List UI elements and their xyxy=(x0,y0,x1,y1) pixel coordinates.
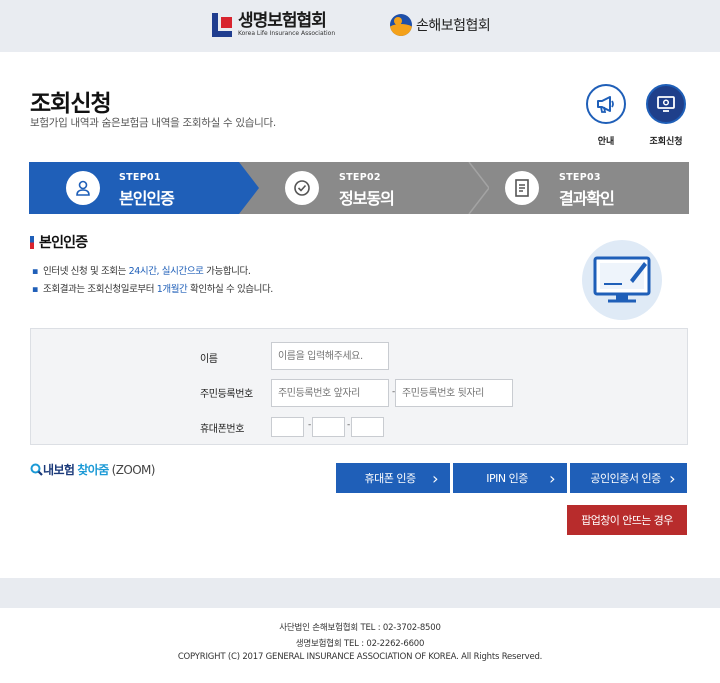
apply-button[interactable]: 조회신청 xyxy=(644,84,688,147)
top-header: 생명보험협회 Korea Life Insurance Association … xyxy=(0,0,720,52)
chevron-right-icon: › xyxy=(669,468,675,488)
notice-2-a: 조회결과는 조회신청일로부터 xyxy=(43,284,157,295)
person-icon xyxy=(66,171,100,205)
rrn-front-input[interactable] xyxy=(271,379,389,407)
name-input[interactable] xyxy=(271,342,389,370)
popup-help-button[interactable]: 팝업창이 안뜨는 경우 xyxy=(567,505,687,535)
phone-auth-button[interactable]: 휴대폰 인증 › xyxy=(336,463,450,493)
zoom-link[interactable]: 내보험 찾아줌 (ZOOM) xyxy=(30,461,155,478)
footer: 사단법인 손해보험협회 TEL : 02-3702-8500 생명보험협회 TE… xyxy=(0,608,720,683)
phone-dash-2: - xyxy=(347,420,351,430)
zoom-text-c: (ZOOM) xyxy=(111,462,156,477)
notice-2-b: 확인하실 수 있습니다. xyxy=(187,284,273,295)
zoom-text-b: 찾아줌 xyxy=(77,463,109,477)
guide-button[interactable]: 안내 xyxy=(584,84,628,147)
ipin-auth-label: IPIN 인증 xyxy=(486,472,528,485)
phone-part-2-input[interactable] xyxy=(312,417,345,437)
general-insurance-logo[interactable]: 손해보험협회 xyxy=(390,11,491,39)
auth-form: 이름 주민등록번호 - 휴대폰번호 - - xyxy=(30,328,688,445)
step-3-no: STEP03 xyxy=(559,172,601,183)
page-title: 조회신청 xyxy=(30,91,112,117)
notice-item-2: ▪ 조회결과는 조회신청일로부터 1개월간 확인하실 수 있습니다. xyxy=(32,284,273,295)
step-3: STEP03 결과확인 xyxy=(469,162,689,214)
step-1-no: STEP01 xyxy=(119,172,161,183)
general-insurance-logo-icon xyxy=(390,14,412,36)
phone-label: 휴대폰번호 xyxy=(200,424,245,435)
life-insurance-logo-icon xyxy=(212,13,232,37)
step-2-name: 정보동의 xyxy=(339,189,395,208)
life-logo-ko: 생명보험협회 xyxy=(238,11,327,31)
footer-line-2: 생명보험협회 TEL : 02-2262-6600 xyxy=(295,639,425,649)
check-icon xyxy=(285,171,319,205)
chevron-right-icon: › xyxy=(549,468,555,488)
step-1-name: 본인인증 xyxy=(119,189,175,208)
step-2: STEP02 정보동의 xyxy=(239,162,489,214)
notice-1-b: 가능합니다. xyxy=(203,266,251,277)
step-1: STEP01 본인인증 xyxy=(29,162,259,214)
phone-auth-label: 휴대폰 인증 xyxy=(364,472,416,485)
page-subtitle: 보험가입 내역과 숨은보험금 내역을 조회하실 수 있습니다. xyxy=(30,117,276,129)
magnifier-icon xyxy=(30,463,43,476)
document-icon xyxy=(505,171,539,205)
notice-2-highlight: 1개월간 xyxy=(156,284,188,295)
phone-part-3-input[interactable] xyxy=(351,417,384,437)
section-title-text: 본인인증 xyxy=(39,235,88,251)
life-insurance-logo[interactable]: 생명보험협회 Korea Life Insurance Association xyxy=(212,11,335,39)
guide-label: 안내 xyxy=(597,137,615,147)
cert-auth-label: 공인인증서 인증 xyxy=(590,472,661,485)
megaphone-icon xyxy=(586,84,626,124)
notice-1-a: 인터넷 신청 및 조회는 xyxy=(43,266,129,277)
general-logo-ko: 손해보험협회 xyxy=(416,18,491,34)
phone-dash-1: - xyxy=(308,420,312,430)
rrn-label: 주민등록번호 xyxy=(200,389,253,400)
zoom-text-a: 내보험 xyxy=(43,463,75,477)
section-title-marker xyxy=(30,235,34,249)
footer-copyright: COPYRIGHT (C) 2017 GENERAL INSURANCE ASS… xyxy=(177,652,543,662)
ipin-auth-button[interactable]: IPIN 인증 › xyxy=(453,463,567,493)
computer-illustration-icon xyxy=(582,240,662,320)
main-content: 조회신청 보험가입 내역과 숨은보험금 내역을 조회하실 수 있습니다. 안내 … xyxy=(0,52,720,578)
rrn-back-input[interactable] xyxy=(395,379,513,407)
footer-line-1: 사단법인 손해보험협회 TEL : 02-3702-8500 xyxy=(279,623,441,633)
monitor-icon xyxy=(646,84,686,124)
step-3-name: 결과확인 xyxy=(559,189,615,208)
popup-help-label: 팝업창이 안뜨는 경우 xyxy=(581,514,673,527)
notice-1-highlight: 24시간, 실시간으로 xyxy=(128,266,204,277)
phone-part-1-input[interactable] xyxy=(271,417,304,437)
section-title: 본인인증 xyxy=(30,232,88,252)
name-label: 이름 xyxy=(200,354,218,365)
apply-label: 조회신청 xyxy=(649,137,683,147)
step-progress: STEP03 결과확인 STEP02 정보동의 STEP01 본인인증 xyxy=(29,162,689,214)
notice-item-1: ▪ 인터넷 신청 및 조회는 24시간, 실시간으로 가능합니다. xyxy=(32,266,251,277)
chevron-right-icon: › xyxy=(432,468,438,488)
step-2-no: STEP02 xyxy=(339,172,381,183)
cert-auth-button[interactable]: 공인인증서 인증 › xyxy=(570,463,687,493)
life-logo-en: Korea Life Insurance Association xyxy=(238,30,336,37)
